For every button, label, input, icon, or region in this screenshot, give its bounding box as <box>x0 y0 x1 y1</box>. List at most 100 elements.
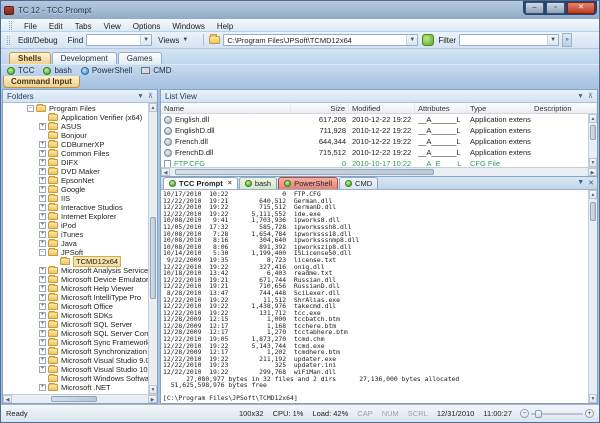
find-input[interactable]: ▼ <box>86 34 152 46</box>
expand-icon[interactable]: + <box>39 186 46 193</box>
column-header-name[interactable]: Name <box>161 103 291 113</box>
scroll-up-icon[interactable]: ▲ <box>589 190 597 199</box>
expand-icon[interactable]: + <box>39 213 46 220</box>
expand-icon[interactable]: + <box>39 195 46 202</box>
folders-horizontal-scrollbar[interactable]: ◀ ▶ <box>3 394 157 403</box>
chevron-down-icon[interactable]: ▼ <box>577 179 584 187</box>
zoom-out-icon[interactable]: − <box>520 409 529 418</box>
pin-icon[interactable]: ⊼ <box>588 92 593 100</box>
tree-item[interactable]: +Java <box>3 239 148 248</box>
expand-icon[interactable]: + <box>39 222 46 229</box>
pin-icon[interactable]: ⊼ <box>148 92 153 100</box>
quick-launch-powershell[interactable]: PowerShell <box>81 66 132 75</box>
expand-icon[interactable]: + <box>39 231 46 238</box>
close-icon[interactable]: × <box>228 180 232 187</box>
console-tab-powershell[interactable]: PowerShell <box>278 177 338 189</box>
expand-icon[interactable]: + <box>39 312 46 319</box>
expand-icon[interactable]: + <box>39 366 46 373</box>
column-header-modified[interactable]: Modified <box>349 103 415 113</box>
column-header-type[interactable]: Type <box>467 103 531 113</box>
tree-item[interactable]: +Microsoft Visual Studio 9.0 <box>3 356 148 365</box>
quick-launch-tcc[interactable]: TCC <box>7 66 34 75</box>
collapse-icon[interactable]: - <box>39 249 46 256</box>
expand-icon[interactable]: + <box>39 240 46 247</box>
expand-icon[interactable]: + <box>39 348 46 355</box>
expand-icon[interactable]: + <box>39 150 46 157</box>
menu-item-edit[interactable]: Edit <box>43 21 69 32</box>
expand-icon[interactable]: + <box>39 267 46 274</box>
tree-item[interactable]: +Microsoft Help Viewer <box>3 284 148 293</box>
maximize-button[interactable]: ▫ <box>546 2 565 14</box>
menu-item-file[interactable]: File <box>18 21 43 32</box>
collapse-icon[interactable]: - <box>27 105 34 112</box>
tree-item[interactable]: -Program Files <box>3 104 148 113</box>
tab-shells[interactable]: Shells <box>9 52 51 64</box>
close-icon[interactable]: ✕ <box>588 179 594 187</box>
tree-item[interactable]: +IIS <box>3 194 148 203</box>
console-vertical-scrollbar[interactable]: ▲ ▼ <box>588 190 597 403</box>
expand-icon[interactable]: + <box>39 177 46 184</box>
tree-item[interactable]: +Microsoft SQL Server Comp <box>3 329 148 338</box>
edit-debug-button[interactable]: Edit/Debug <box>14 35 62 46</box>
expand-icon[interactable]: + <box>39 330 46 337</box>
expand-icon[interactable]: + <box>39 384 46 391</box>
expand-icon[interactable]: + <box>39 357 46 364</box>
scroll-up-icon[interactable]: ▲ <box>589 114 597 123</box>
chevron-down-icon[interactable]: ▼ <box>547 35 558 45</box>
tree-item[interactable]: +TCMD12x64 <box>3 257 148 266</box>
tree-item[interactable]: +iPod <box>3 221 148 230</box>
expand-icon[interactable]: + <box>39 204 46 211</box>
tree-item[interactable]: +CDBurnerXP <box>3 140 148 149</box>
tree-item[interactable]: +iTunes <box>3 230 148 239</box>
zoom-in-icon[interactable]: + <box>585 409 594 418</box>
expand-icon[interactable]: + <box>39 294 46 301</box>
expand-icon[interactable]: + <box>39 141 46 148</box>
tree-item[interactable]: +Bonjour <box>3 131 148 140</box>
column-header-attributes[interactable]: Attributes <box>415 103 467 113</box>
tree-item[interactable]: +ASUS <box>3 122 148 131</box>
list-vertical-scrollbar[interactable]: ▲ ▼ <box>588 114 597 167</box>
chevron-down-icon[interactable]: ▼ <box>577 93 584 100</box>
console-tab-cmd[interactable]: CMD <box>339 177 378 189</box>
folders-vertical-scrollbar[interactable]: ▲ ▼ <box>148 103 157 394</box>
scroll-down-icon[interactable]: ▼ <box>589 158 597 167</box>
tree-item[interactable]: +Microsoft Device Emulator <box>3 275 148 284</box>
menu-item-view[interactable]: View <box>98 21 127 32</box>
expand-icon[interactable]: + <box>39 276 46 283</box>
tree-item[interactable]: +Microsoft SQL Server <box>3 320 148 329</box>
chevron-down-icon[interactable]: ▼ <box>406 35 417 45</box>
scroll-left-icon[interactable]: ◀ <box>3 395 12 403</box>
tab-development[interactable]: Development <box>52 52 117 64</box>
expand-icon[interactable]: + <box>39 321 46 328</box>
tab-games[interactable]: Games <box>118 52 162 64</box>
chevron-down-icon[interactable]: ▼ <box>137 93 144 100</box>
path-combobox[interactable]: C:\Program Files\JPSoft\TCMD12x64 ▼ <box>223 34 418 46</box>
tree-item[interactable]: +Microsoft Windows Softwa <box>3 374 148 383</box>
toolbar-overflow-button[interactable]: » <box>562 33 572 47</box>
tree-item[interactable]: +Google <box>3 185 148 194</box>
scroll-up-icon[interactable]: ▲ <box>149 103 157 112</box>
column-header-description[interactable]: Description <box>531 103 597 113</box>
quick-launch-bash[interactable]: bash <box>43 66 71 75</box>
scroll-down-icon[interactable]: ▼ <box>149 385 157 394</box>
table-row[interactable]: French.dll644,3442010-12-22 19:22__A____… <box>161 136 588 147</box>
tree-item[interactable]: +DVD Maker <box>3 167 148 176</box>
chevron-down-icon[interactable]: ▼ <box>140 35 151 45</box>
tree-item[interactable]: +Microsoft Analysis Services <box>3 266 148 275</box>
minimize-button[interactable]: – <box>525 2 544 14</box>
zoom-slider[interactable]: − + <box>520 409 594 418</box>
tree-item[interactable]: +EpsonNet <box>3 176 148 185</box>
tree-item[interactable]: +Microsoft .NET <box>3 383 148 392</box>
table-row[interactable]: English.dll617,2082010-12-22 19:22__A___… <box>161 114 588 125</box>
list-horizontal-scrollbar[interactable]: ◀ ▶ <box>161 167 597 176</box>
tree-item[interactable]: +Microsoft Sync Framework <box>3 338 148 347</box>
expand-icon[interactable]: + <box>39 303 46 310</box>
zoom-slider-thumb[interactable] <box>535 410 542 418</box>
list-view-column-headers[interactable]: NameSizeModifiedAttributesTypeDescriptio… <box>161 103 597 114</box>
tree-item[interactable]: +DIFX <box>3 158 148 167</box>
tree-item[interactable]: +Microsoft Office <box>3 302 148 311</box>
console-tab-tcc-prompt[interactable]: TCC Prompt× <box>163 177 238 189</box>
refresh-go-icon[interactable] <box>422 34 434 46</box>
console-output[interactable]: 10/17/2010 10:22 0 FTP.CFG 12/22/2010 19… <box>161 190 588 403</box>
tree-item[interactable]: +Internet Explorer <box>3 212 148 221</box>
